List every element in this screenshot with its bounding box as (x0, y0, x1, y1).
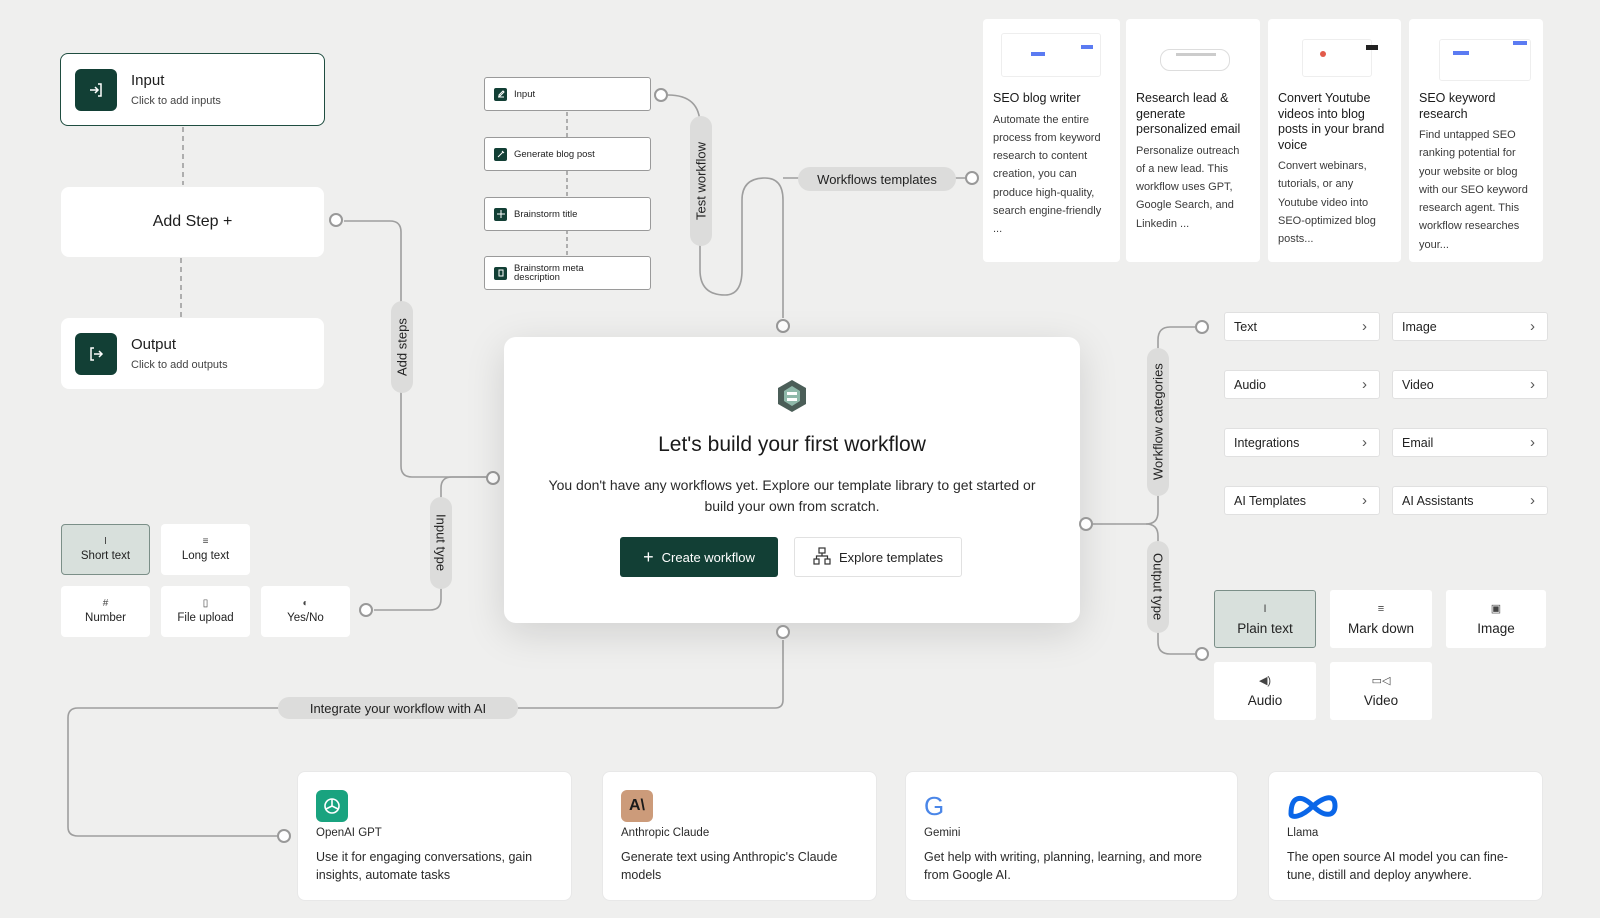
chevron-right-icon: › (1530, 492, 1535, 509)
add-step-button[interactable]: Add Step + (61, 187, 324, 257)
input-step-card[interactable]: Input Click to add inputs (60, 53, 325, 126)
main-left-node (486, 471, 500, 485)
input-type-short-text[interactable]: I Short text (61, 524, 150, 575)
create-workflow-button[interactable]: + Create workflow (620, 537, 778, 577)
workflow-categories-label: Workflow categories (1147, 348, 1169, 496)
chevron-right-icon: › (1530, 318, 1535, 335)
output-type-plain-text[interactable]: I Plain text (1214, 590, 1316, 648)
template-card-research-lead[interactable]: Research lead & generate personalized em… (1126, 19, 1260, 262)
chevron-right-icon: › (1362, 318, 1367, 335)
output-step-title: Output (131, 336, 177, 353)
template-thumbnail (1278, 25, 1391, 87)
output-type-image[interactable]: ▣ Image (1446, 590, 1546, 648)
category-integrations[interactable]: Integrations › (1224, 428, 1380, 457)
mini-node-brainstorm-title[interactable]: Brainstorm title (484, 197, 651, 231)
input-type-node (359, 603, 373, 617)
toggle-icon: ◐ (302, 598, 309, 609)
integrate-node (277, 829, 291, 843)
brand-logo-icon (775, 379, 809, 413)
edit-icon (494, 87, 507, 101)
empty-state-card: Let's build your first workflow You don'… (504, 337, 1080, 623)
speaker-icon: ◀) (1258, 674, 1272, 687)
category-email[interactable]: Email › (1392, 428, 1548, 457)
workflows-templates-label: Workflows templates (798, 167, 956, 191)
test-workflow-label: Test workflow (690, 116, 712, 246)
output-step-subtitle: Click to add outputs (131, 359, 228, 371)
chevron-right-icon: › (1362, 492, 1367, 509)
provider-card-anthropic[interactable]: A\ Anthropic Claude Generate text using … (602, 771, 877, 901)
chevron-right-icon: › (1530, 376, 1535, 393)
input-type-file-upload[interactable]: ▯ File upload (161, 586, 250, 637)
chevron-right-icon: › (1362, 434, 1367, 451)
text-cursor-icon: I (1263, 602, 1267, 615)
pen-icon (494, 147, 507, 161)
plus-icon: + (643, 547, 654, 567)
output-type-label: Output type (1147, 541, 1169, 633)
lines-icon: ≡ (202, 536, 209, 547)
exit-icon (75, 332, 117, 375)
video-icon: ▭◁ (1371, 674, 1391, 687)
category-audio[interactable]: Audio › (1224, 370, 1380, 399)
chevron-right-icon: › (1362, 376, 1367, 393)
image-icon: ▣ (1490, 602, 1502, 615)
output-type-mark-down[interactable]: ≡ Mark down (1330, 590, 1432, 648)
sitemap-icon (813, 546, 831, 568)
top-node (776, 319, 790, 333)
google-logo-icon: G (924, 791, 945, 821)
output-type-audio[interactable]: ◀) Audio (1214, 662, 1316, 720)
input-step-title: Input (131, 72, 165, 89)
enter-icon (75, 68, 117, 111)
doc-icon (494, 266, 507, 280)
mini-node-brainstorm-meta[interactable]: Brainstorm meta description (484, 256, 651, 290)
text-cursor-icon: I (104, 536, 107, 547)
output-type-video[interactable]: ▭◁ Video (1330, 662, 1432, 720)
categories-node (1195, 320, 1209, 334)
templates-node (965, 171, 979, 185)
empty-state-description: You don't have any workflows yet. Explor… (548, 477, 1036, 514)
integrate-ai-label: Integrate your workflow with AI (278, 697, 518, 719)
meta-logo-icon (1287, 790, 1339, 822)
openai-logo-icon (316, 790, 348, 822)
category-ai-assistants[interactable]: AI Assistants › (1392, 486, 1548, 515)
test-workflow-node (654, 88, 668, 102)
category-video[interactable]: Video › (1392, 370, 1548, 399)
output-type-node (1195, 647, 1209, 661)
output-step-card[interactable]: Output Click to add outputs (61, 318, 324, 389)
lines-icon: ≡ (1377, 602, 1385, 615)
template-card-seo-keyword-research[interactable]: SEO keyword research Find untapped SEO r… (1409, 19, 1543, 262)
file-icon: ▯ (202, 598, 209, 609)
mini-node-generate-blog-post[interactable]: Generate blog post (484, 137, 651, 171)
provider-card-llama[interactable]: Llama The open source AI model you can f… (1268, 771, 1543, 901)
template-card-youtube-to-blog[interactable]: Convert Youtube videos into blog posts i… (1268, 19, 1401, 262)
input-type-label: Input type (430, 497, 452, 589)
template-thumbnail (993, 25, 1110, 87)
template-thumbnail (1136, 25, 1250, 87)
input-type-long-text[interactable]: ≡ Long text (161, 524, 250, 575)
main-right-node (1079, 517, 1093, 531)
chevron-right-icon: › (1530, 434, 1535, 451)
input-type-yes-no[interactable]: ◐ Yes/No (261, 586, 350, 637)
category-ai-templates[interactable]: AI Templates › (1224, 486, 1380, 515)
category-image[interactable]: Image › (1392, 312, 1548, 341)
template-thumbnail (1419, 25, 1533, 87)
sparkle-icon (494, 207, 507, 221)
provider-card-openai[interactable]: OpenAI GPT Use it for engaging conversat… (297, 771, 572, 901)
mini-node-input[interactable]: Input (484, 77, 651, 111)
template-card-seo-blog-writer[interactable]: SEO blog writer Automate the entire proc… (983, 19, 1120, 262)
add-steps-node (329, 213, 343, 227)
add-steps-label: Add steps (391, 301, 413, 393)
anthropic-logo-icon: A\ (621, 790, 653, 822)
explore-templates-button[interactable]: Explore templates (794, 537, 962, 577)
category-text[interactable]: Text › (1224, 312, 1380, 341)
hash-icon: # (102, 598, 109, 609)
main-bottom-node (776, 625, 790, 639)
input-step-subtitle: Click to add inputs (131, 95, 221, 107)
provider-card-gemini[interactable]: G Gemini Get help with writing, planning… (905, 771, 1238, 901)
empty-state-title: Let's build your first workflow (658, 433, 926, 456)
input-type-number[interactable]: # Number (61, 586, 150, 637)
